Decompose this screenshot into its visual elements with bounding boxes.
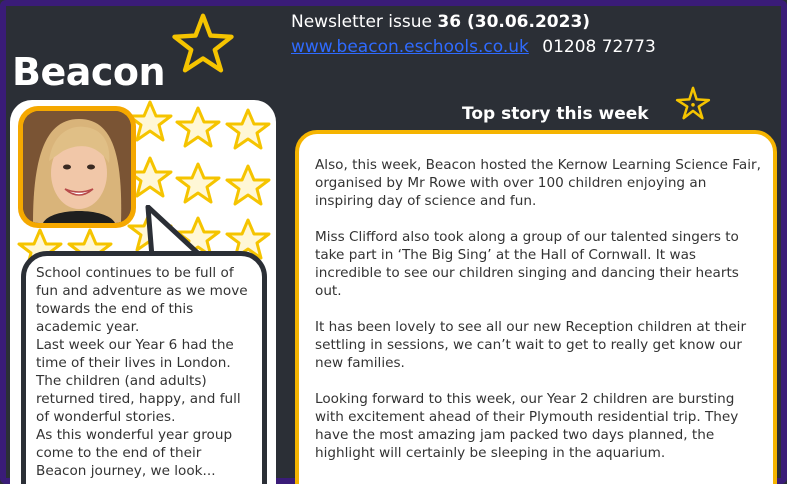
- portrait-illustration: [23, 111, 131, 223]
- issue-number: 36 (30.06.2023): [437, 12, 591, 32]
- beacon-logo: Beacon: [12, 50, 166, 94]
- star-outline-icon: [172, 13, 234, 73]
- story-paragraph: Also, this week, Beacon hosted the Kerno…: [315, 157, 761, 209]
- newsletter-issue: Newsletter issue 36 (30.06.2023): [291, 12, 590, 32]
- headteacher-photo-frame: [18, 106, 136, 228]
- story-paragraph: Looking forward to this week, our Year 2…: [315, 391, 739, 461]
- top-story-heading: Top story this week: [462, 104, 649, 124]
- website-link[interactable]: www.beacon.eschools.co.uk: [291, 37, 529, 57]
- message-line: Last week our Year 6 had the time of the…: [36, 337, 241, 425]
- message-line: As this wonderful year group come to the…: [36, 427, 233, 479]
- top-story-panel: Also, this week, Beacon hosted the Kerno…: [295, 130, 777, 484]
- contact-line: www.beacon.eschools.co.uk 01208 72773: [291, 37, 656, 57]
- issue-prefix: Newsletter issue: [291, 12, 432, 32]
- phone-number: 01208 72773: [542, 37, 656, 57]
- story-paragraph: It has been lovely to see all our new Re…: [315, 319, 747, 371]
- headteacher-photo: [23, 111, 131, 223]
- welcome-message-bubble: School continues to be full of fun and a…: [21, 251, 267, 484]
- message-line: School continues to be full of fun and a…: [36, 265, 248, 335]
- story-paragraph: Miss Clifford also took along a group of…: [315, 229, 739, 299]
- speech-bubble-tail: [145, 205, 205, 257]
- sparkle-star-icon: [675, 86, 711, 120]
